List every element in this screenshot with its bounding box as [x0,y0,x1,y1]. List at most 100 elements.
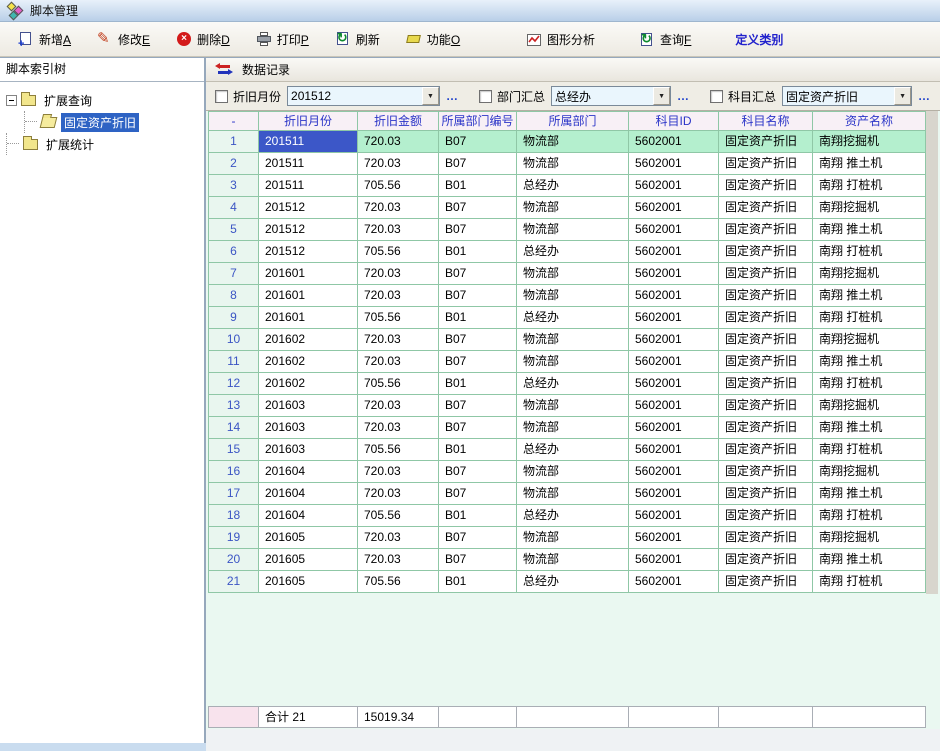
row-number-cell[interactable]: 2 [209,153,259,175]
table-cell[interactable]: 物流部 [517,417,629,439]
table-cell[interactable]: 南翔 推土机 [813,153,926,175]
table-cell[interactable]: B07 [439,153,517,175]
table-cell[interactable]: 5602001 [629,483,719,505]
table-cell[interactable]: 物流部 [517,197,629,219]
define-category-button[interactable]: 定义类别 [729,27,789,52]
tree-node-label[interactable]: 扩展统计 [43,135,97,154]
table-cell[interactable]: B07 [439,131,517,153]
table-cell[interactable]: 201602 [259,351,358,373]
table-cell[interactable]: B07 [439,197,517,219]
table-cell[interactable]: 705.56 [358,307,439,329]
row-number-cell[interactable]: 18 [209,505,259,527]
table-cell[interactable]: 5602001 [629,527,719,549]
table-cell[interactable]: 201602 [259,373,358,395]
table-row[interactable]: 14201603720.03B07物流部5602001固定资产折旧南翔 推土机 [209,417,926,439]
table-row[interactable]: 21201605705.56B01总经办5602001固定资产折旧南翔 打桩机 [209,571,926,593]
table-cell[interactable]: 5602001 [629,307,719,329]
row-number-cell[interactable]: 20 [209,549,259,571]
table-cell[interactable]: 南翔 推土机 [813,549,926,571]
edit-button[interactable]: ✎ 修改E [89,27,158,52]
table-cell[interactable]: 201603 [259,439,358,461]
table-cell[interactable]: 5602001 [629,175,719,197]
tree-node-extended-statistics[interactable]: 扩展统计 [0,133,204,155]
table-cell[interactable]: 总经办 [517,571,629,593]
table-cell[interactable]: B07 [439,417,517,439]
table-row[interactable]: 20201605720.03B07物流部5602001固定资产折旧南翔 推土机 [209,549,926,571]
table-row[interactable]: 4201512720.03B07物流部5602001固定资产折旧南翔挖掘机 [209,197,926,219]
table-cell[interactable]: 5602001 [629,373,719,395]
table-cell[interactable]: 5602001 [629,131,719,153]
table-cell[interactable]: 物流部 [517,285,629,307]
table-row[interactable]: 19201605720.03B07物流部5602001固定资产折旧南翔挖掘机 [209,527,926,549]
table-cell[interactable]: 固定资产折旧 [719,571,813,593]
table-cell[interactable]: 5602001 [629,329,719,351]
row-number-cell[interactable]: 9 [209,307,259,329]
table-cell[interactable]: 南翔挖掘机 [813,329,926,351]
table-cell[interactable]: 物流部 [517,483,629,505]
table-cell[interactable]: 物流部 [517,351,629,373]
table-cell[interactable]: 固定资产折旧 [719,351,813,373]
table-cell[interactable]: 705.56 [358,439,439,461]
table-cell[interactable]: 固定资产折旧 [719,461,813,483]
table-cell[interactable]: 720.03 [358,395,439,417]
row-number-cell[interactable]: 16 [209,461,259,483]
table-cell[interactable]: 总经办 [517,373,629,395]
table-cell[interactable]: 720.03 [358,527,439,549]
column-header[interactable]: 科目名称 [719,111,813,131]
table-cell[interactable]: 720.03 [358,329,439,351]
table-cell[interactable]: 固定资产折旧 [719,373,813,395]
month-filter-checkbox[interactable] [215,90,228,103]
table-cell[interactable]: 固定资产折旧 [719,197,813,219]
month-filter-combo[interactable]: 201512 ▼ [287,86,440,106]
table-row[interactable]: 15201603705.56B01总经办5602001固定资产折旧南翔 打桩机 [209,439,926,461]
table-row[interactable]: 11201602720.03B07物流部5602001固定资产折旧南翔 推土机 [209,351,926,373]
table-cell[interactable]: 固定资产折旧 [719,153,813,175]
table-cell[interactable]: 720.03 [358,285,439,307]
table-cell[interactable]: 705.56 [358,241,439,263]
table-cell[interactable]: 5602001 [629,197,719,219]
tree-node-extended-query[interactable]: 扩展查询 [0,89,204,111]
table-cell[interactable]: B01 [439,571,517,593]
table-cell[interactable]: 5602001 [629,439,719,461]
row-number-cell[interactable]: 3 [209,175,259,197]
chevron-down-icon[interactable]: ▼ [422,87,439,105]
print-button[interactable]: 打印P [248,27,317,52]
subject-filter-combo[interactable]: 固定资产折旧 ▼ [782,86,912,106]
table-cell[interactable]: 720.03 [358,351,439,373]
table-cell[interactable]: 物流部 [517,395,629,417]
row-number-cell[interactable]: 6 [209,241,259,263]
table-cell[interactable]: 固定资产折旧 [719,329,813,351]
tree-node-fixed-asset-depreciation[interactable]: 固定资产折旧 [0,111,204,133]
table-cell[interactable]: 南翔 推土机 [813,219,926,241]
table-cell[interactable]: 201605 [259,549,358,571]
table-cell[interactable]: 南翔 打桩机 [813,307,926,329]
table-cell[interactable]: 705.56 [358,175,439,197]
table-cell[interactable]: 5602001 [629,461,719,483]
table-cell[interactable]: 固定资产折旧 [719,417,813,439]
table-cell[interactable]: 201512 [259,241,358,263]
table-cell[interactable]: B07 [439,549,517,571]
table-cell[interactable]: 201512 [259,197,358,219]
table-cell[interactable]: 南翔挖掘机 [813,263,926,285]
table-row[interactable]: 3201511705.56B01总经办5602001固定资产折旧南翔 打桩机 [209,175,926,197]
table-cell[interactable]: 5602001 [629,153,719,175]
row-number-cell[interactable]: 5 [209,219,259,241]
table-cell[interactable]: 201511 [259,175,358,197]
table-cell[interactable]: 南翔 推土机 [813,351,926,373]
table-cell[interactable]: 南翔 推土机 [813,483,926,505]
table-cell[interactable]: 南翔挖掘机 [813,527,926,549]
refresh-button[interactable]: ↻ 刷新 [327,27,388,52]
department-filter-combo[interactable]: 总经办 ▼ [551,86,671,106]
table-cell[interactable]: B01 [439,439,517,461]
table-cell[interactable]: 201601 [259,263,358,285]
row-number-cell[interactable]: 19 [209,527,259,549]
table-cell[interactable]: 705.56 [358,505,439,527]
table-cell[interactable]: 201604 [259,483,358,505]
table-cell[interactable]: 物流部 [517,527,629,549]
table-cell[interactable]: 南翔 推土机 [813,285,926,307]
table-cell[interactable]: 720.03 [358,483,439,505]
chevron-down-icon[interactable]: ▼ [653,87,670,105]
table-row[interactable]: 16201604720.03B07物流部5602001固定资产折旧南翔挖掘机 [209,461,926,483]
table-cell[interactable]: 固定资产折旧 [719,307,813,329]
table-cell[interactable]: 固定资产折旧 [719,219,813,241]
